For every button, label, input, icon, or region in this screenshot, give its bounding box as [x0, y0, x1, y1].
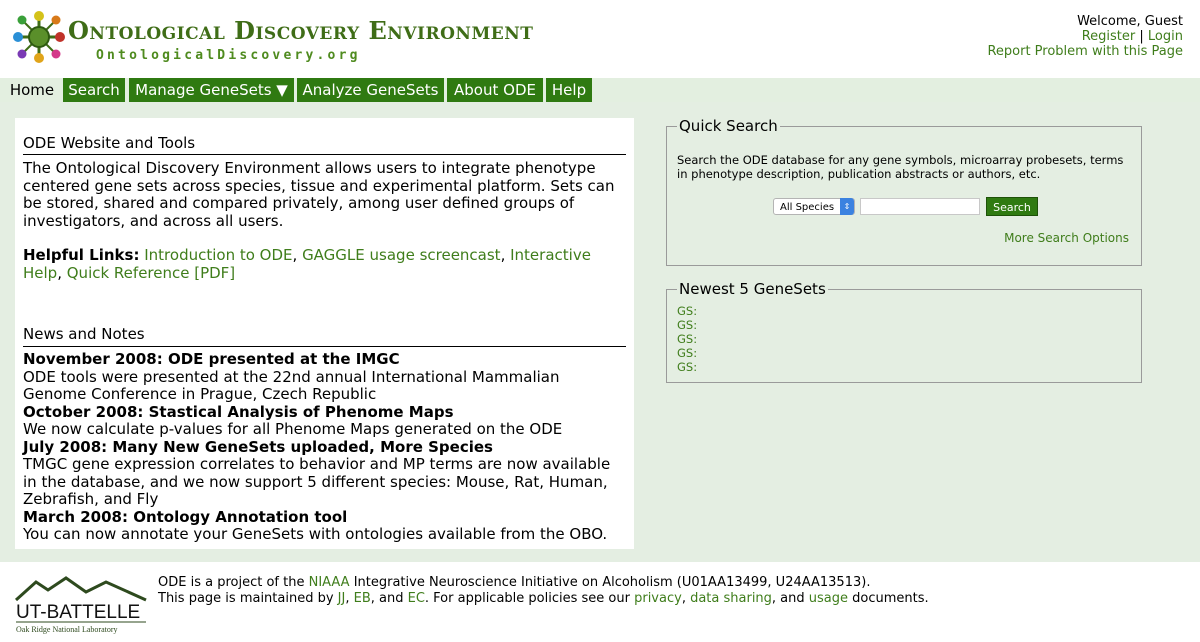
tab-help[interactable]: Help [546, 78, 592, 102]
footer-initiative-text: Integrative Neuroscience Initiative on A… [349, 575, 871, 590]
news-heading-rule [23, 325, 626, 347]
news-body: You can now annotate your GeneSets with … [23, 525, 608, 543]
geneset-link[interactable]: GS: [677, 360, 697, 374]
news-title: November 2008: ODE presented at the IMGC [23, 350, 400, 368]
ornl-text: Oak Ridge National Laboratory [16, 625, 118, 634]
welcome-text: Welcome, Guest [1077, 14, 1183, 29]
news-title: October 2008: Stastical Analysis of Phen… [23, 402, 454, 421]
user-box: Welcome, Guest Register | Login Report P… [987, 14, 1183, 59]
news-body: ODE tools were presented at the 22nd ann… [23, 367, 560, 403]
news-title: March 2008: Ontology Annotation tool [23, 507, 348, 526]
footer-and: , and [370, 591, 408, 606]
species-selected: All Species [780, 202, 835, 213]
ec-link[interactable]: EC [408, 591, 425, 606]
helpful-label: Helpful Links: [23, 246, 140, 264]
ode-logo-icon[interactable] [12, 10, 66, 64]
auth-links: Register | Login [987, 29, 1183, 44]
quick-search-box: Quick Search Search the ODE database for… [666, 117, 1142, 266]
chevron-updown-icon: ⇕ [840, 198, 854, 215]
footer-documents-text: documents. [848, 591, 929, 606]
report-problem-link[interactable]: Report Problem with this Page [987, 44, 1183, 59]
footer-policies-text: . For applicable policies see our [424, 591, 635, 606]
news-body: TMGC gene expression correlates to behav… [23, 455, 611, 508]
website-heading: ODE Website and Tools [23, 134, 626, 155]
more-search-options-link[interactable]: More Search Options [1004, 231, 1129, 245]
footer: UT-BATTELLE Oak Ridge National Laborator… [0, 562, 1200, 642]
geneset-link[interactable]: GS: [677, 346, 697, 360]
privacy-link[interactable]: privacy [634, 591, 682, 606]
news-title: July 2008: Many New GeneSets uploaded, M… [23, 437, 493, 456]
eb-link[interactable]: EB [354, 591, 371, 606]
site-subtitle: OntologicalDiscovery.org [96, 48, 361, 63]
tab-search[interactable]: Search [63, 78, 125, 102]
news-body: We now calculate p-values for all Phenom… [23, 420, 563, 438]
helpful-links: Helpful Links: Introduction to ODE, GAGG… [23, 246, 591, 282]
footer-comma: , [681, 591, 691, 606]
site-title: Ontological Discovery Environment [68, 16, 534, 45]
search-button[interactable]: Search [986, 197, 1038, 216]
footer-line-2: This page is maintained by JJ, EB, and E… [158, 591, 929, 607]
data-sharing-link[interactable]: data sharing [690, 591, 772, 606]
niaaa-link[interactable]: NIAAA [309, 575, 350, 590]
newest-genesets-box: Newest 5 GeneSets GS: GS: GS: GS: GS: [666, 280, 1142, 383]
footer-maintained-text: This page is maintained by [158, 591, 338, 606]
footer-project-text: ODE is a project of the [158, 575, 309, 590]
register-link[interactable]: Register [1082, 29, 1136, 44]
news-list: November 2008: ODE presented at the IMGC… [23, 350, 623, 544]
tab-about-ode[interactable]: About ODE [447, 78, 543, 102]
footer-text: ODE is a project of the NIAAA Integrativ… [158, 575, 929, 607]
intro-text: The Ontological Discovery Environment al… [23, 159, 615, 230]
geneset-list: GS: GS: GS: GS: GS: [677, 304, 697, 374]
link-introduction[interactable]: Introduction to ODE [144, 246, 292, 264]
geneset-link[interactable]: GS: [677, 332, 697, 346]
usage-link[interactable]: usage [809, 591, 848, 606]
tab-home[interactable]: Home [4, 78, 60, 102]
ut-battelle-logo[interactable]: UT-BATTELLE Oak Ridge National Laborator… [14, 574, 148, 634]
species-select[interactable]: All Species ⇕ [773, 198, 855, 215]
geneset-link[interactable]: GS: [677, 318, 697, 332]
tab-manage-genesets[interactable]: Manage GeneSets ▼ [129, 78, 294, 102]
left-panel: ODE Website and Tools The Ontological Di… [15, 118, 634, 549]
tab-analyze-genesets[interactable]: Analyze GeneSets [297, 78, 444, 102]
footer-line-1: ODE is a project of the NIAAA Integrativ… [158, 575, 929, 591]
geneset-link[interactable]: GS: [677, 304, 697, 318]
ut-battelle-text: UT-BATTELLE [16, 602, 140, 623]
content-area: ODE Website and Tools The Ontological Di… [0, 102, 1200, 562]
login-link[interactable]: Login [1148, 29, 1183, 44]
auth-separator: | [1139, 29, 1144, 44]
quick-search-input[interactable] [860, 198, 980, 215]
header: Ontological Discovery Environment Ontolo… [0, 0, 1200, 78]
quick-search-description: Search the ODE database for any gene sym… [677, 153, 1124, 181]
footer-and: , and [771, 591, 809, 606]
newest-genesets-legend: Newest 5 GeneSets [677, 280, 828, 298]
link-quick-reference[interactable]: Quick Reference [PDF] [67, 264, 235, 282]
quick-search-legend: Quick Search [677, 117, 780, 135]
footer-comma: , [345, 591, 354, 606]
main-nav: Home Search Manage GeneSets ▼ Analyze Ge… [0, 78, 1200, 102]
link-gaggle-screencast[interactable]: GAGGLE usage screencast [302, 246, 501, 264]
